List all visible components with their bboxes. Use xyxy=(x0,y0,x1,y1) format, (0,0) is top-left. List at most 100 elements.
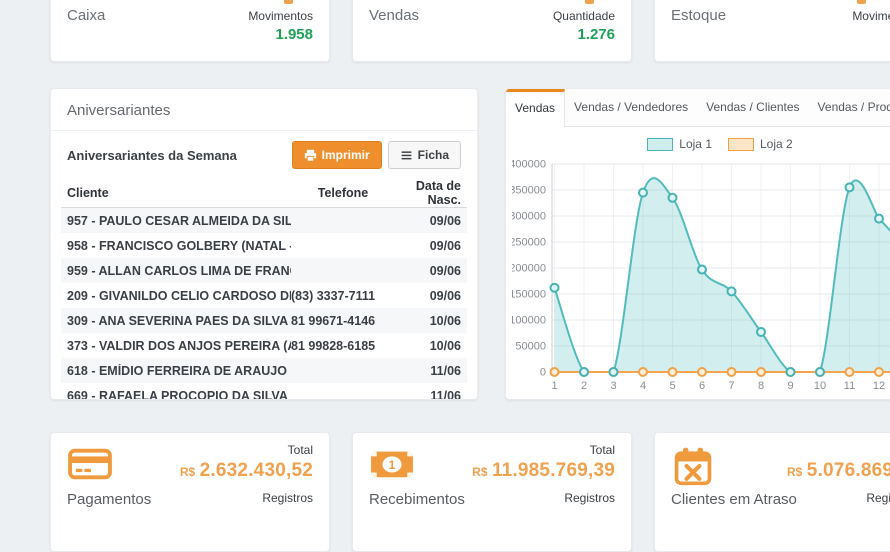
stat-label: Movimentos xyxy=(852,9,890,23)
stat-value: 1.958 xyxy=(248,26,313,43)
svg-text:10: 10 xyxy=(814,380,826,392)
birthdate-cell: 10/06 xyxy=(395,314,461,328)
svg-text:12: 12 xyxy=(873,380,885,392)
ficha-button[interactable]: Ficha xyxy=(388,141,461,169)
birthdate-cell: 09/06 xyxy=(395,289,461,303)
list-icon xyxy=(400,149,413,162)
imprimir-button[interactable]: Imprimir xyxy=(292,141,382,169)
total-value: R$ 2.632.430,52 xyxy=(180,460,313,482)
svg-text:100000: 100000 xyxy=(512,315,546,327)
stat-label: Quantidade xyxy=(553,9,615,23)
svg-text:150000: 150000 xyxy=(512,289,546,301)
svg-text:6: 6 xyxy=(699,380,705,392)
card-clientes-em-atraso: Clientes em Atraso Total R$ 5.076.869 Re… xyxy=(654,432,890,552)
svg-text:3: 3 xyxy=(610,380,616,392)
svg-text:5: 5 xyxy=(669,380,675,392)
table-row: 958 - FRANCISCO GOLBERY (NATAL - RN) 09/0… xyxy=(61,233,467,258)
birthdate-cell: 11/06 xyxy=(395,389,461,401)
client-cell: 957 - PAULO CESAR ALMEIDA DA SILVA xyxy=(67,214,291,228)
birthdays-table: 957 - PAULO CESAR ALMEIDA DA SILVA09/069… xyxy=(61,208,467,400)
stat-label: Movimentos xyxy=(248,9,313,23)
table-row: 209 - GIVANILDO CELIO CARDOSO DE ...(83)… xyxy=(61,283,467,308)
col-telefone: Telefone xyxy=(291,186,395,200)
client-cell: 618 - EMÍDIO FERREIRA DE ARAUJO (P... xyxy=(67,364,291,378)
tab-vendas[interactable]: Vendas xyxy=(506,89,565,127)
svg-text:4: 4 xyxy=(640,380,646,392)
card-title: Estoque xyxy=(671,7,726,24)
legend-item[interactable]: Loja 2 xyxy=(728,137,793,151)
currency-symbol: R$ xyxy=(472,465,487,479)
sales-chart: 0 50000 100000 150000 200000 250000 300000 3500… xyxy=(512,158,890,400)
registros-label: Registros xyxy=(866,491,890,505)
birthdate-cell: 09/06 xyxy=(395,239,461,253)
col-cliente: Cliente xyxy=(67,186,291,200)
tab-vendas-clientes[interactable]: Vendas / Clientes xyxy=(697,89,808,126)
tab-vendas-vendedores[interactable]: Vendas / Vendedores xyxy=(565,89,697,126)
card-stat: Movimentos xyxy=(852,9,890,26)
card-caixa: Caixa Movimentos 1.958 xyxy=(50,0,330,62)
svg-text:1: 1 xyxy=(389,458,396,472)
svg-text:50000: 50000 xyxy=(515,341,546,353)
table-row: 309 - ANA SEVERINA PAES DA SILVA81 99671… xyxy=(61,308,467,333)
card-title: Vendas xyxy=(369,7,419,24)
aniversariantes-panel: Aniversariantes Aniversariantes da Seman… xyxy=(50,88,478,400)
card-title: Caixa xyxy=(67,7,105,24)
subtitle: Aniversariantes da Semana xyxy=(67,148,237,163)
card-stat: Movimentos 1.958 xyxy=(248,9,313,43)
table-row: 959 - ALLAN CARLOS LIMA DE FRANÇA 09/06 xyxy=(61,258,467,283)
birthdate-cell: 09/06 xyxy=(395,264,461,278)
chart-legend: Loja 1 Loja 2 xyxy=(506,136,890,152)
table-header: Cliente Telefone Data de Nasc. xyxy=(61,178,467,208)
client-cell: 959 - ALLAN CARLOS LIMA DE FRANÇA xyxy=(67,264,291,278)
client-cell: 309 - ANA SEVERINA PAES DA SILVA xyxy=(67,314,291,328)
legend-label: Loja 1 xyxy=(679,137,712,151)
svg-text:7: 7 xyxy=(728,380,734,392)
svg-text:0: 0 xyxy=(540,367,546,379)
birthdate-cell: 10/06 xyxy=(395,339,461,353)
svg-text:200000: 200000 xyxy=(512,263,546,275)
registros-label: Registros xyxy=(262,491,313,505)
legend-swatch xyxy=(728,138,754,151)
table-row: 618 - EMÍDIO FERREIRA DE ARAUJO (P... 11/… xyxy=(61,358,467,383)
legend-item[interactable]: Loja 1 xyxy=(647,137,712,151)
client-cell: 958 - FRANCISCO GOLBERY (NATAL - RN) xyxy=(67,239,291,253)
legend-label: Loja 2 xyxy=(760,137,793,151)
client-cell: 669 - RAFAELA PROCOPIO DA SILVA CA... xyxy=(67,389,291,401)
money-bill-icon: 1 xyxy=(369,445,415,488)
card-vendas: Vendas Quantidade 1.276 xyxy=(352,0,632,62)
col-data-de-nasc: Data de Nasc. xyxy=(395,179,461,207)
currency-symbol: R$ xyxy=(787,465,802,479)
printer-icon xyxy=(304,149,317,162)
svg-text:300000: 300000 xyxy=(512,211,546,223)
amount: 11.985.769,39 xyxy=(492,460,615,481)
ficha-label: Ficha xyxy=(418,148,449,162)
client-cell: 209 - GIVANILDO CELIO CARDOSO DE ... xyxy=(67,289,291,303)
clipped-value-fragment xyxy=(585,0,594,4)
svg-text:250000: 250000 xyxy=(512,237,546,249)
clipped-value-fragment xyxy=(857,0,866,4)
client-cell: 373 - VALDIR DOS ANJOS PEREIRA (AN... xyxy=(67,339,291,353)
total-label: Total xyxy=(288,443,313,457)
birthdate-cell: 11/06 xyxy=(395,364,461,378)
card-pagamentos: Pagamentos Total R$ 2.632.430,52 Registr… xyxy=(50,432,330,552)
stat-value: 1.276 xyxy=(553,26,615,43)
sales-tabs: VendasVendas / VendedoresVendas / Client… xyxy=(506,89,890,127)
phone-cell: (83) 3337-7111 xyxy=(291,289,395,303)
tab-vendas-produtos[interactable]: Vendas / Produtos xyxy=(809,89,890,126)
clipped-value-fragment xyxy=(284,0,293,4)
amount: 5.076.869 xyxy=(807,460,890,481)
card-title: Clientes em Atraso xyxy=(671,491,797,508)
card-recebimentos: 1 Recebimentos Total R$ 11.985.769,39 Re… xyxy=(352,432,632,552)
card-estoque: Estoque Movimentos xyxy=(654,0,890,62)
legend-swatch xyxy=(647,138,673,151)
table-row: 373 - VALDIR DOS ANJOS PEREIRA (AN...81 … xyxy=(61,333,467,358)
card-title: Recebimentos xyxy=(369,491,465,508)
currency-symbol: R$ xyxy=(180,465,195,479)
card-stat: Quantidade 1.276 xyxy=(553,9,615,43)
svg-text:350000: 350000 xyxy=(512,185,546,197)
amount: 2.632.430,52 xyxy=(200,460,313,481)
calendar-x-icon xyxy=(671,445,715,492)
table-row: 957 - PAULO CESAR ALMEIDA DA SILVA09/06 xyxy=(61,208,467,233)
total-value: R$ 11.985.769,39 xyxy=(472,460,615,482)
total-label: Total xyxy=(590,443,615,457)
